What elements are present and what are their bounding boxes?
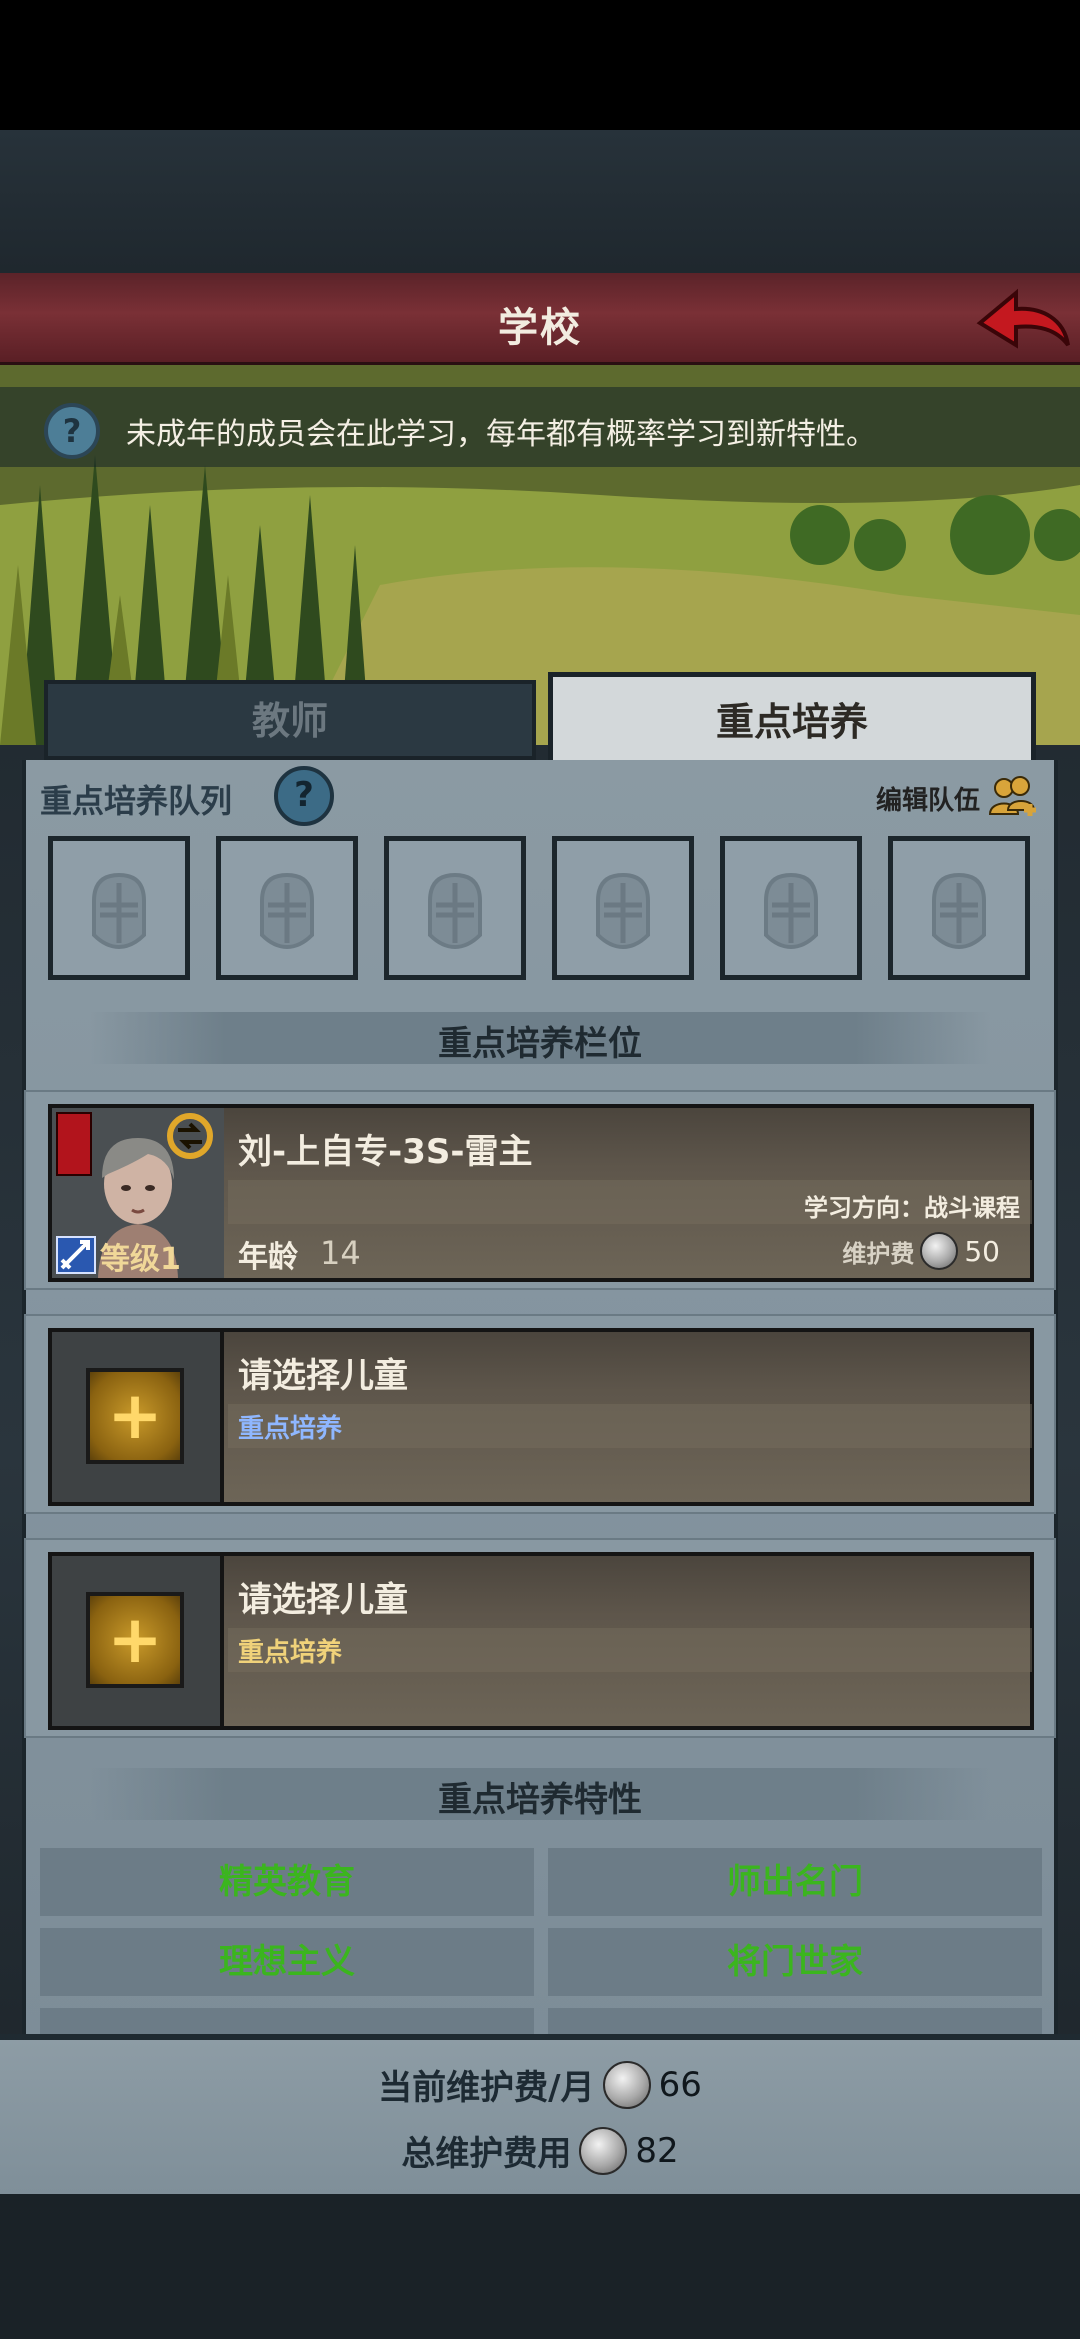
queue-slot[interactable] (384, 836, 526, 980)
back-button[interactable] (972, 279, 1072, 361)
queue-slot[interactable] (48, 836, 190, 980)
maintenance-fee: 维护费 50 (842, 1232, 1000, 1270)
knight-helmet-icon (932, 872, 986, 949)
trait-item-partial[interactable] (548, 2008, 1042, 2034)
swap-icon[interactable] (164, 1112, 216, 1160)
info-text: 未成年的成员会在此学习，每年都有概率学习到新特性。 (126, 417, 876, 452)
trait-item[interactable]: 将门世家 (548, 1928, 1042, 1996)
card-band (228, 1628, 1032, 1672)
add-child-button[interactable]: + (86, 1368, 184, 1464)
trait-item[interactable]: 精英教育 (40, 1848, 534, 1916)
age-label: 年龄 (238, 1240, 298, 1275)
empty-portrait: + (52, 1332, 224, 1502)
status-bar-area (0, 0, 1080, 130)
queue-slot[interactable] (888, 836, 1030, 980)
plus-icon: + (107, 1377, 163, 1454)
slots-section-title: 重点培养栏位 (438, 1024, 642, 1064)
tab-focus-training[interactable]: 重点培养 (548, 672, 1036, 762)
queue-title: 重点培养队列 (40, 782, 233, 820)
back-arrow-icon (976, 288, 1070, 349)
queue-slot[interactable] (216, 836, 358, 980)
student-level: 等级1 (100, 1242, 181, 1277)
student-name: 刘-上自专-3S-雷主 (238, 1132, 533, 1172)
add-team-icon (988, 776, 1036, 816)
monthly-fee-value: 66 (658, 2064, 702, 2105)
maintenance-footer: 当前维护费/月 66 总维护费用 82 (0, 2034, 1080, 2194)
knight-helmet-icon (92, 872, 146, 949)
slot-subtitle: 重点培养 (238, 1638, 343, 1668)
knight-helmet-icon (428, 872, 482, 949)
bottom-area (0, 2194, 1080, 2339)
plus-icon: + (107, 1601, 163, 1678)
edit-team-label: 编辑队伍 (875, 785, 980, 816)
empty-portrait: + (52, 1556, 224, 1726)
empty-slot-card[interactable]: + 请选择儿童 重点培养 (48, 1328, 1034, 1506)
add-child-button[interactable]: + (86, 1592, 184, 1688)
total-fee-value: 82 (635, 2130, 679, 2171)
header-bar: 学校 (0, 273, 1080, 365)
monthly-fee-label: 当前维护费/月 (378, 2068, 595, 2108)
traits-section-title: 重点培养特性 (438, 1780, 642, 1820)
total-fee-label: 总维护费用 (401, 2134, 572, 2174)
avatar: 等级1 (52, 1108, 224, 1278)
edit-team-button[interactable]: 编辑队伍 (876, 770, 1040, 826)
trait-item[interactable]: 理想主义 (40, 1928, 534, 1996)
select-child-title: 请选择儿童 (238, 1356, 408, 1396)
queue-slot[interactable] (720, 836, 862, 980)
empty-slot-card[interactable]: + 请选择儿童 重点培养 (48, 1552, 1034, 1730)
fee-label: 维护费 (842, 1239, 915, 1268)
knight-helmet-icon (260, 872, 314, 949)
tab-teacher[interactable]: 教师 (44, 680, 536, 760)
queue-slot[interactable] (552, 836, 694, 980)
student-card[interactable]: 等级1 刘-上自专-3S-雷主 学习方向：战斗课程 年龄 14 维护费 50 (48, 1104, 1034, 1282)
trait-item-partial[interactable] (40, 2008, 534, 2034)
info-bar: ? 未成年的成员会在此学习，每年都有概率学习到新特性。 (0, 387, 1080, 467)
help-icon[interactable]: ? (44, 403, 100, 459)
slot-subtitle: 重点培养 (238, 1414, 343, 1444)
trait-item[interactable]: 师出名门 (548, 1848, 1042, 1916)
page-title: 学校 (498, 305, 582, 351)
fee-value: 50 (964, 1234, 1000, 1268)
card-band (228, 1404, 1032, 1448)
select-child-title: 请选择儿童 (238, 1580, 408, 1620)
study-direction: 学习方向：战斗课程 (804, 1194, 1020, 1222)
silver-coin-icon (579, 2126, 628, 2175)
age-value: 14 (320, 1234, 361, 1272)
queue-help-icon[interactable]: ? (274, 766, 334, 826)
total-fee-row: 总维护费用 82 (0, 2126, 1080, 2175)
red-banner-icon (56, 1112, 92, 1176)
silver-coin-icon (920, 1232, 959, 1270)
knight-helmet-icon (764, 872, 818, 949)
monthly-fee-row: 当前维护费/月 66 (0, 2060, 1080, 2109)
knight-helmet-icon (596, 872, 650, 949)
silver-coin-icon (602, 2060, 651, 2109)
sword-icon (56, 1236, 96, 1274)
